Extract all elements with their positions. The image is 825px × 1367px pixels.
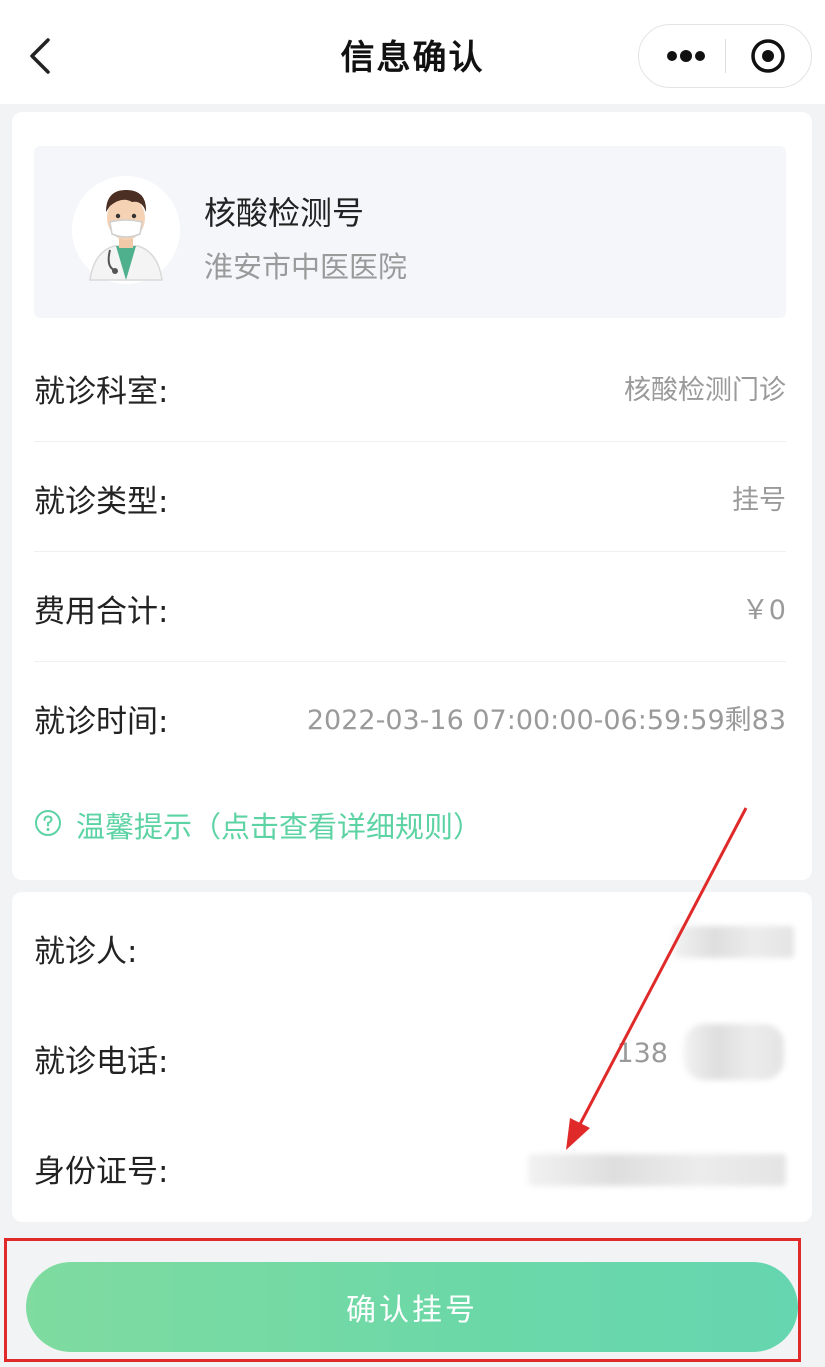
mini-program-capsule bbox=[638, 24, 812, 88]
warm-tip-link[interactable]: 温馨提示（点击查看详细规则） bbox=[34, 804, 482, 844]
appointment-info-card: 核酸检测号 淮安市中医医院 就诊科室: 核酸检测门诊 就诊类型: 挂号 费用合计… bbox=[12, 112, 812, 880]
detail-row-department: 就诊科室: 核酸检测门诊 bbox=[34, 332, 786, 442]
phone-prefix: 138 bbox=[616, 1038, 668, 1069]
detail-row-total-fee: 费用合计: ￥0 bbox=[34, 552, 786, 662]
detail-value: 挂号 bbox=[732, 485, 786, 516]
detail-value: 核酸检测门诊 bbox=[624, 375, 786, 406]
detail-label: 就诊类型: bbox=[34, 484, 169, 520]
confirm-registration-button[interactable]: 确认挂号 bbox=[26, 1262, 798, 1352]
hospital-name: 淮安市中医医院 bbox=[204, 250, 408, 284]
detail-label: 费用合计: bbox=[34, 594, 169, 630]
capsule-divider bbox=[725, 39, 726, 73]
detail-label: 就诊科室: bbox=[34, 374, 169, 410]
patient-row-name[interactable]: 就诊人: bbox=[34, 892, 794, 1002]
detail-row-visit-time: 就诊时间: 2022-03-16 07:00:00-06:59:59剩83 bbox=[34, 662, 786, 772]
patient-label: 就诊电话: bbox=[34, 1044, 169, 1080]
patient-label: 身份证号: bbox=[34, 1154, 169, 1190]
target-circle-icon bbox=[751, 39, 785, 73]
detail-value: 2022-03-16 07:00:00-06:59:59剩83 bbox=[306, 705, 786, 736]
redacted-phone bbox=[684, 1024, 784, 1080]
detail-value: ￥0 bbox=[741, 595, 786, 626]
doctor-avatar bbox=[70, 174, 182, 286]
more-button[interactable] bbox=[665, 25, 707, 87]
close-mini-program-button[interactable] bbox=[749, 37, 787, 75]
redacted-patient-name bbox=[674, 926, 794, 958]
doctor-avatar-icon bbox=[72, 176, 180, 284]
doctor-info-box: 核酸检测号 淮安市中医医院 bbox=[34, 146, 786, 318]
warm-tip-text: 温馨提示（点击查看详细规则） bbox=[76, 810, 483, 844]
patient-row-id: 身份证号: bbox=[34, 1112, 786, 1222]
patient-row-phone: 就诊电话: 138 bbox=[34, 1002, 786, 1112]
question-circle-icon bbox=[35, 810, 61, 836]
more-dots-icon bbox=[667, 50, 705, 62]
detail-label: 就诊时间: bbox=[34, 704, 169, 740]
patient-info-card: 就诊人: 就诊电话: 138 身份证号: bbox=[12, 892, 812, 1222]
registration-type-name: 核酸检测号 bbox=[204, 194, 365, 232]
navigation-bar: 信息确认 bbox=[0, 0, 825, 104]
redacted-id-number bbox=[528, 1154, 786, 1186]
patient-label: 就诊人: bbox=[34, 934, 138, 970]
detail-row-visit-type: 就诊类型: 挂号 bbox=[34, 442, 786, 552]
